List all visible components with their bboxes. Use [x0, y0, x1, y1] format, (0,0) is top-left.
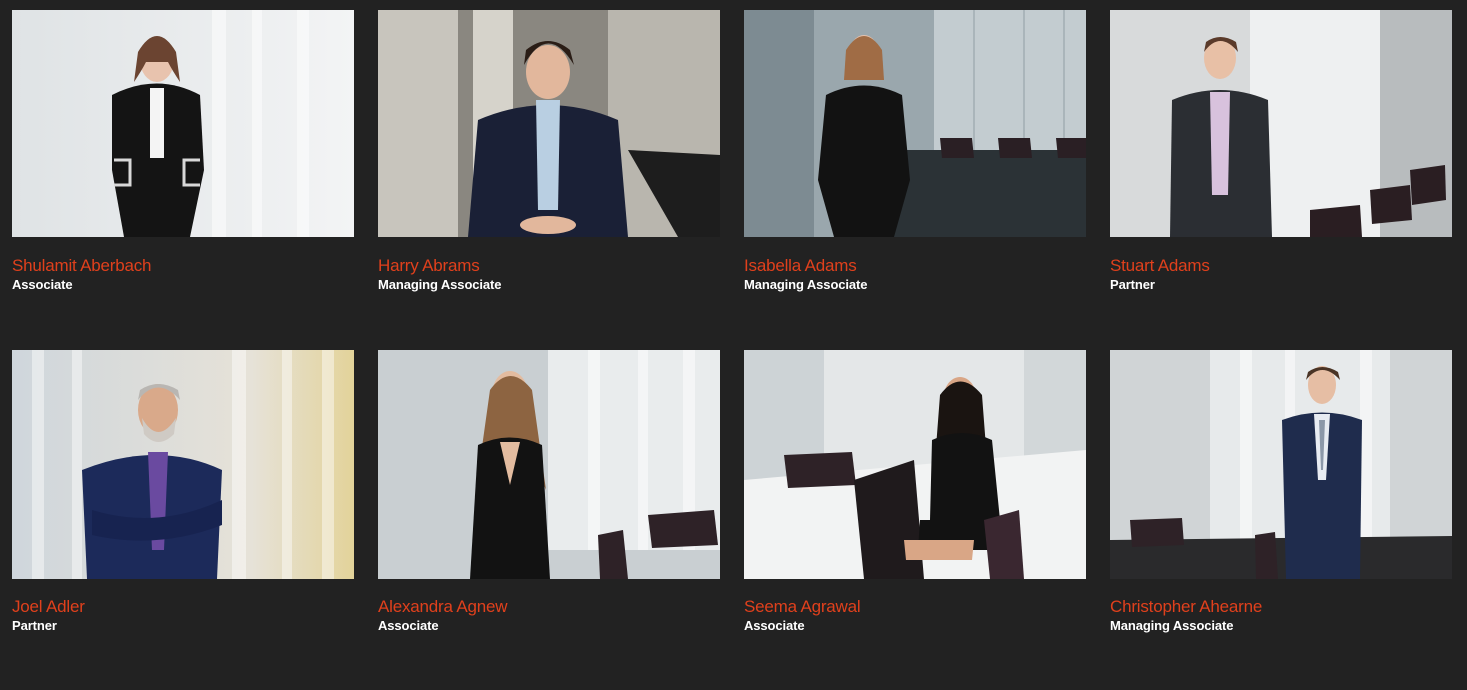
person-name-link[interactable]: Alexandra Agnew — [378, 579, 720, 617]
person-card[interactable]: Harry Abrams Managing Associate — [378, 10, 720, 350]
person-name-link[interactable]: Harry Abrams — [378, 237, 720, 276]
person-role: Partner — [12, 618, 57, 633]
person-portrait-icon — [744, 350, 1086, 579]
person-card[interactable]: Isabella Adams Managing Associate — [744, 10, 1086, 350]
person-name-link[interactable]: Christopher Ahearne — [1110, 579, 1452, 617]
person-name-link[interactable]: Isabella Adams — [744, 237, 1086, 276]
person-role: Managing Associate — [378, 277, 502, 292]
person-role: Associate — [12, 277, 73, 292]
person-portrait-icon — [744, 10, 1086, 237]
person-photo[interactable] — [378, 350, 720, 579]
person-card[interactable]: Christopher Ahearne Managing Associate — [1110, 350, 1452, 690]
person-role: Partner — [1110, 277, 1155, 292]
people-grid: Shulamit Aberbach Associate Harry Abrams… — [12, 10, 1452, 690]
person-card[interactable]: Joel Adler Partner — [12, 350, 354, 690]
person-portrait-icon — [1110, 350, 1452, 579]
person-name-link[interactable]: Stuart Adams — [1110, 237, 1452, 276]
person-name-link[interactable]: Joel Adler — [12, 579, 354, 617]
person-role: Managing Associate — [1110, 618, 1234, 633]
person-card[interactable]: Shulamit Aberbach Associate — [12, 10, 354, 350]
person-portrait-icon — [12, 350, 354, 579]
person-photo[interactable] — [378, 10, 720, 237]
person-role: Managing Associate — [744, 277, 868, 292]
person-portrait-icon — [1110, 10, 1452, 237]
person-role: Associate — [378, 618, 439, 633]
person-name-link[interactable]: Seema Agrawal — [744, 579, 1086, 617]
person-photo[interactable] — [1110, 10, 1452, 237]
person-role: Associate — [744, 618, 805, 633]
person-photo[interactable] — [744, 10, 1086, 237]
person-name-link[interactable]: Shulamit Aberbach — [12, 237, 354, 276]
person-portrait-icon — [12, 10, 354, 237]
person-portrait-icon — [378, 10, 720, 237]
person-photo[interactable] — [1110, 350, 1452, 579]
person-card[interactable]: Alexandra Agnew Associate — [378, 350, 720, 690]
person-photo[interactable] — [12, 10, 354, 237]
person-portrait-icon — [378, 350, 720, 579]
person-card[interactable]: Stuart Adams Partner — [1110, 10, 1452, 350]
person-photo[interactable] — [12, 350, 354, 579]
person-photo[interactable] — [744, 350, 1086, 579]
person-card[interactable]: Seema Agrawal Associate — [744, 350, 1086, 690]
